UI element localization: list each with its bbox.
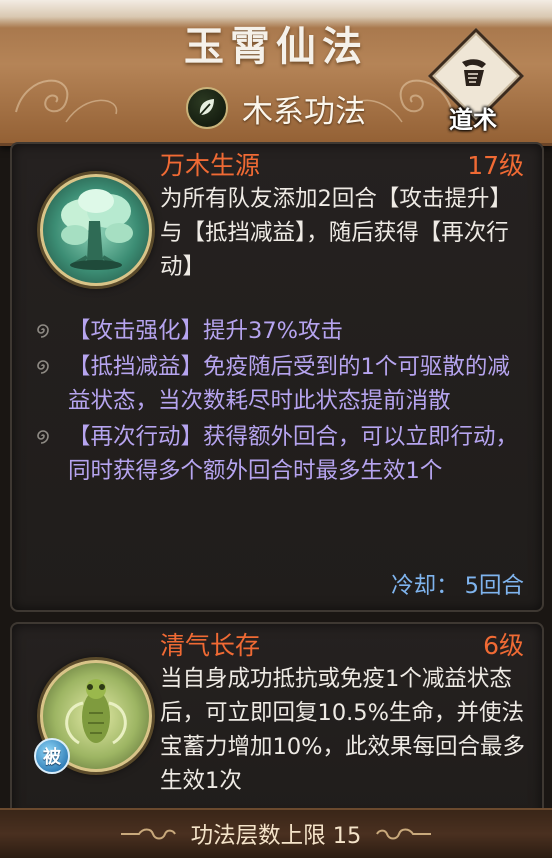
cloud-ornament-icon	[376, 828, 432, 840]
cloud-ornament-icon	[120, 828, 176, 840]
skill-level: 6级	[483, 631, 524, 660]
skill-card: 被 清气长存 6级 当自身成功抵抗或免疫1个减益状态后，可立即回复10.5%生命…	[10, 622, 544, 819]
swirl-bullet-icon	[37, 324, 49, 338]
effect-item: 【抵挡减益】免疫随后受到的1个可驱散的减益状态，当次数耗尽时此状态提前消散	[30, 350, 530, 418]
swirl-bullet-icon	[37, 360, 49, 374]
cooldown-label: 冷却：	[391, 573, 459, 599]
passive-badge: 被	[34, 738, 70, 774]
swirl-bullet-icon	[37, 430, 49, 444]
skill-name: 清气长存	[160, 631, 261, 660]
daoshu-tab[interactable]: 道术	[427, 27, 525, 134]
skill-level: 17级	[467, 151, 524, 180]
cooldown-value: 5回合	[464, 573, 524, 599]
effect-list: 【攻击强化】提升37%攻击 【抵挡减益】免疫随后受到的1个可驱散的减益状态，当次…	[30, 314, 530, 490]
effect-text: 【抵挡减益】免疫随后受到的1个可驱散的减益状态，当次数耗尽时此状态提前消散	[68, 354, 510, 414]
scroll-glyph-icon	[462, 59, 486, 86]
skill-description: 当自身成功抵抗或免疫1个减益状态后，可立即回复10.5%生命，并使法宝蓄力增加1…	[160, 666, 526, 794]
skill-description: 为所有队友添加2回合【攻击提升】与【抵挡减益】，随后获得【再次行动】	[160, 186, 512, 280]
footer-bar: 功法层数上限 15	[0, 808, 552, 858]
school-type-label: 木系功法	[242, 93, 366, 130]
effect-item: 【再次行动】获得额外回合，可以立即行动，同时获得多个额外回合时最多生效1个	[30, 420, 530, 488]
effect-item: 【攻击强化】提升37%攻击	[30, 314, 530, 348]
skill-card: 万木生源 17级 为所有队友添加2回合【攻击提升】与【抵挡减益】，随后获得【再次…	[10, 142, 544, 612]
leaf-icon	[186, 87, 228, 129]
effect-text: 【再次行动】获得额外回合，可以立即行动，同时获得多个额外回合时最多生效1个	[68, 424, 519, 484]
layer-limit-label: 功法层数上限 15	[190, 823, 362, 849]
great-tree-icon	[40, 174, 152, 286]
daoshu-label: 道术	[449, 106, 497, 134]
effect-text: 【攻击强化】提升37%攻击	[68, 318, 344, 344]
header-banner: 玉霄仙法 木系功法 道术	[0, 0, 552, 146]
skill-name: 万木生源	[160, 151, 261, 180]
cooldown-info: 冷却： 5回合	[391, 568, 524, 600]
